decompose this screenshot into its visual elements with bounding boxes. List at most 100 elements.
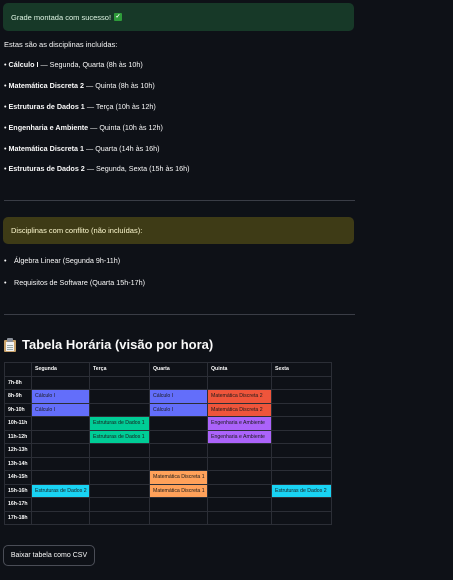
table-row: 7h-8h (4, 375, 332, 390)
course-schedule: — Terça (10h às 12h) (86, 102, 156, 111)
time-slot: 13h-14h (4, 456, 32, 471)
check-mark-icon: ✓ (114, 13, 123, 21)
schedule-cell (89, 402, 150, 417)
schedule-cell: Matemática Discreta 2 (207, 389, 272, 404)
schedule-cell: Estruturas de Dados 1 (89, 429, 150, 444)
conflict-alert: Disciplinas com conflito (não incluídas)… (3, 217, 354, 244)
time-slot: 10h-11h (4, 416, 32, 431)
schedule-cell: Matemática Discreta 1 (149, 483, 208, 498)
conflict-item: Álgebra Linear (Segunda 9h-11h) (4, 256, 120, 265)
day-header: Terça (89, 362, 150, 377)
schedule-cell: Cálculo I (31, 389, 90, 404)
corner-header (4, 362, 32, 377)
schedule-cell (149, 510, 208, 525)
schedule-cell (149, 375, 208, 390)
schedule-cell (271, 510, 332, 525)
schedule-cell: Engenharia e Ambiente (207, 429, 272, 444)
table-title: Tabela Horária (visão por hora) (22, 337, 214, 352)
time-slot: 14h-15h (4, 470, 32, 485)
conflict-item: Requisitos de Software (Quarta 15h-17h) (4, 278, 145, 287)
schedule-cell (89, 443, 150, 458)
success-alert: Grade montada com sucesso! ✓ (3, 3, 354, 31)
clipboard-icon (4, 337, 16, 352)
schedule-cell (271, 389, 332, 404)
schedule-cell (149, 456, 208, 471)
table-row: 15h-16h Estruturas de Dados 2 Matemática D… (4, 483, 332, 498)
schedule-cell (207, 470, 272, 485)
course-name: Matemática Discreta 2 (8, 81, 85, 90)
time-slot: 15h-16h (4, 483, 32, 498)
conflict-title: Disciplinas com conflito (não incluídas)… (11, 226, 143, 235)
time-slot: 11h-12h (4, 429, 32, 444)
course-item: • Estruturas de Dados 1 — Terça (10h às … (4, 102, 156, 111)
schedule-cell (271, 497, 332, 512)
schedule-cell (271, 470, 332, 485)
course-name: Matemática Discreta 1 (8, 144, 85, 153)
day-header: Quarta (149, 362, 208, 377)
schedule-cell (89, 470, 150, 485)
divider (4, 200, 355, 201)
schedule-cell (207, 510, 272, 525)
table-row: 10h-11h Estruturas de Dados 1 Engenharia e… (4, 416, 332, 431)
schedule-cell (149, 443, 208, 458)
schedule-cell: Estruturas de Dados 1 (89, 416, 150, 431)
time-slot: 7h-8h (4, 375, 32, 390)
schedule-cell (271, 375, 332, 390)
schedule-table: Segunda Terça Quarta Quinta Sexta 7h-8h 8h-9h… (4, 362, 332, 525)
day-header: Sexta (271, 362, 332, 377)
schedule-cell: Cálculo I (31, 402, 90, 417)
course-name: Estruturas de Dados 2 (8, 164, 85, 173)
time-slot: 17h-18h (4, 510, 32, 525)
schedule-cell (89, 389, 150, 404)
included-intro: Estas são as disciplinas incluídas: (4, 40, 118, 49)
table-row: 11h-12h Estruturas de Dados 1 Engenharia e… (4, 429, 332, 444)
course-schedule: — Quarta (14h às 16h) (86, 144, 160, 153)
schedule-cell (207, 483, 272, 498)
schedule-cell: Matemática Discreta 2 (207, 402, 272, 417)
schedule-cell: Estruturas de Dados 2 (271, 483, 332, 498)
table-row: 17h-18h (4, 510, 332, 525)
course-schedule: — Segunda, Sexta (15h às 16h) (86, 164, 190, 173)
table-row: 8h-9h Cálculo I Cálculo I Matemática Discre… (4, 389, 332, 404)
time-slot: 9h-10h (4, 402, 32, 417)
table-row: 13h-14h (4, 456, 332, 471)
course-schedule: — Segunda, Quarta (8h às 10h) (40, 60, 143, 69)
time-slot: 12h-13h (4, 443, 32, 458)
course-item: • Engenharia e Ambiente — Quinta (10h às… (4, 123, 163, 132)
schedule-cell (89, 456, 150, 471)
schedule-cell (31, 470, 90, 485)
schedule-cell (31, 416, 90, 431)
success-message: Grade montada com sucesso! (11, 12, 112, 22)
schedule-cell (31, 510, 90, 525)
course-item: • Matemática Discreta 1 — Quarta (14h às… (4, 144, 160, 153)
schedule-cell (89, 510, 150, 525)
time-slot: 8h-9h (4, 389, 32, 404)
course-name: Cálculo I (8, 60, 39, 69)
schedule-cell (89, 483, 150, 498)
schedule-cell (207, 497, 272, 512)
schedule-cell (149, 497, 208, 512)
download-csv-button[interactable]: Baixar tabela como CSV (3, 545, 95, 566)
schedule-cell: Estruturas de Dados 2 (31, 483, 90, 498)
schedule-cell (31, 429, 90, 444)
schedule-cell (271, 429, 332, 444)
schedule-cell (207, 443, 272, 458)
schedule-cell (207, 375, 272, 390)
table-row: 16h-17h (4, 497, 332, 512)
schedule-cell (89, 375, 150, 390)
schedule-cell (271, 416, 332, 431)
table-row: 9h-10h Cálculo I Cálculo I Matemática Discr… (4, 402, 332, 417)
table-row: 12h-13h (4, 443, 332, 458)
course-item: • Cálculo I — Segunda, Quarta (8h às 10h… (4, 60, 143, 69)
schedule-cell (31, 456, 90, 471)
day-header: Quinta (207, 362, 272, 377)
course-item: • Matemática Discreta 2 — Quinta (8h às … (4, 81, 155, 90)
schedule-cell: Engenharia e Ambiente (207, 416, 272, 431)
schedule-cell (207, 456, 272, 471)
table-row: 14h-15h Matemática Discreta 1 (4, 470, 332, 485)
course-name: Engenharia e Ambiente (8, 123, 89, 132)
divider (4, 314, 355, 315)
schedule-cell (89, 497, 150, 512)
schedule-cell (149, 416, 208, 431)
schedule-cell: Matemática Discreta 1 (149, 470, 208, 485)
